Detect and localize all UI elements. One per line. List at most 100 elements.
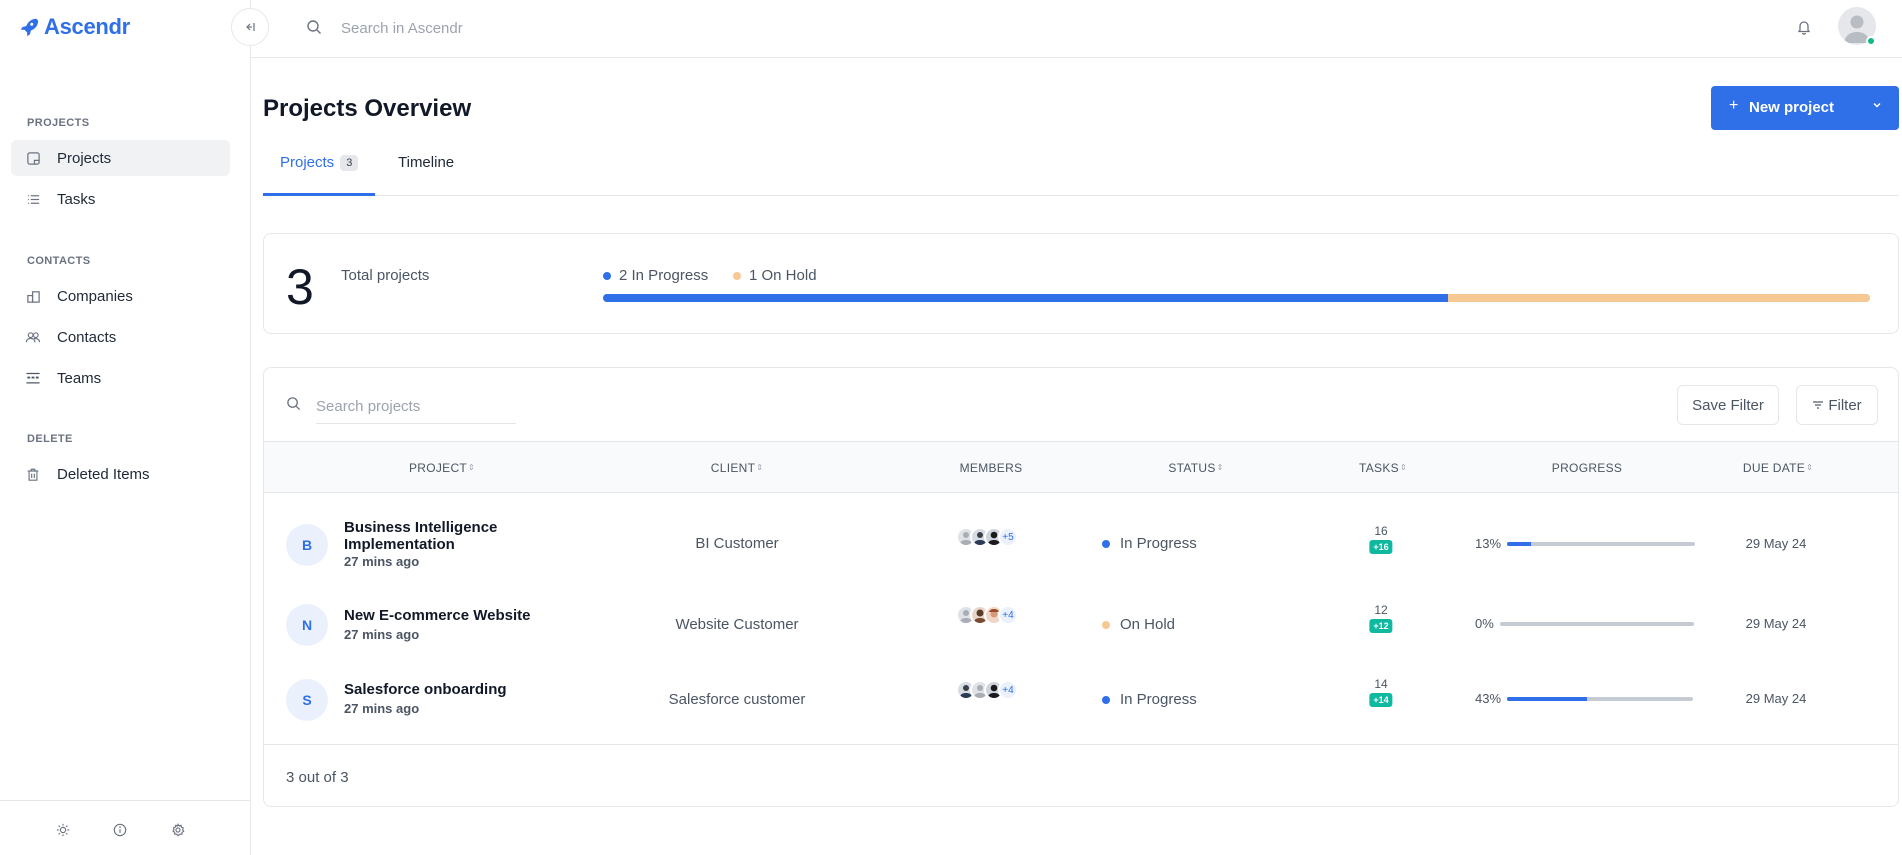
project-progress: 0% [1475,616,1694,631]
project-initial-avatar: S [286,679,328,721]
legend-label: 1 On Hold [749,267,817,284]
project-members[interactable]: +4 [956,680,1018,700]
rocket-icon [20,18,39,37]
project-tasks: 14 +14 [1369,677,1393,707]
sidebar-item-deleted-items[interactable]: Deleted Items [11,456,230,492]
more-members-count: +4 [998,605,1018,625]
sidebar-item-label: Contacts [57,328,117,346]
logo[interactable]: Ascendr [18,14,130,40]
sidebar-item-label: Teams [57,369,102,387]
sidebar-item-projects[interactable]: Projects [11,140,230,176]
collapse-icon [246,23,255,31]
project-client: Website Customer [675,616,799,633]
tab-timeline[interactable]: Timeline [398,154,454,196]
total-projects-label: Total projects [341,267,430,284]
projects-icon [25,150,41,166]
project-name[interactable]: Salesforce onboarding [344,681,584,698]
task-count: 12 [1374,603,1388,617]
task-badge: +16 [1369,540,1393,554]
project-progress: 43% [1475,691,1694,706]
logo-text: Ascendr [44,14,130,39]
project-name[interactable]: Business Intelligence Implementation [344,519,514,553]
chevron-down-icon[interactable] [1871,99,1883,114]
sidebar-item-contacts[interactable]: Contacts [11,319,230,355]
users-icon [25,329,41,345]
online-status-dot [1866,36,1876,46]
sidebar-item-teams[interactable]: Teams [11,360,230,396]
project-members[interactable]: +5 [956,527,1018,547]
sidebar-item-label: Deleted Items [57,465,150,483]
status-dot [1102,620,1110,629]
column-header-tasks[interactable]: TASKS ⇕ [1359,461,1407,475]
bell-icon[interactable] [1796,19,1812,35]
progress-track [1507,541,1696,546]
projects-table-card: Save Filter Filter PROJECT⇕ CLIENT⇕ MEMB… [263,367,1899,807]
bar-segment-on-hold [1447,294,1870,302]
teams-icon [25,370,41,386]
project-updated-time: 27 mins ago [344,701,420,716]
sidebar-footer [0,800,251,855]
progress-label: 43% [1475,691,1502,706]
table-row[interactable]: B Business Intelligence Implementation 2… [264,498,1898,572]
table-header: PROJECT ⇕ CLIENT ⇕ MEMBERS STATUS ⇕ TASKS ⇕ … [264,441,1898,493]
status-distribution-bar [603,294,1870,302]
bar-segment-in-progress [603,294,1448,302]
save-filter-button[interactable]: Save Filter [1677,385,1779,425]
sidebar-item-tasks[interactable]: Tasks [11,181,230,217]
app-root: Ascendr PROJECTS Projects Tasks CONTACTS… [0,0,1902,855]
search-projects-input[interactable] [316,390,516,424]
progress-fill [1507,541,1532,546]
sidebar-item-companies[interactable]: Companies [11,278,230,314]
pagination-summary: 3 out of 3 [286,769,349,786]
trash-icon [25,466,41,482]
progress-label: 13% [1475,536,1502,551]
project-status: In Progress [1102,535,1197,552]
project-client: BI Customer [695,535,779,552]
sidebar-item-label: Tasks [57,190,96,208]
sort-icon: ⇕ [1216,463,1224,472]
filter-button[interactable]: Filter [1796,385,1878,425]
column-header-project[interactable]: PROJECT ⇕ [409,461,475,475]
task-count: 14 [1374,677,1388,691]
sort-icon: ⇕ [468,463,476,472]
building-icon [25,288,41,304]
column-header-status[interactable]: STATUS ⇕ [1168,461,1223,475]
sidebar-item-label: Projects [57,149,112,167]
global-search-input[interactable] [341,14,741,42]
column-header-client[interactable]: CLIENT ⇕ [711,461,764,475]
project-members[interactable]: +4 [956,605,1018,625]
progress-track [1507,696,1694,701]
tab-label: Timeline [398,154,455,171]
sort-icon: ⇕ [756,463,764,472]
column-header-due-date[interactable]: DUE DATE ⇕ [1743,461,1813,475]
column-header-members: MEMBERS [959,461,1023,475]
search-icon [287,397,301,411]
table-row[interactable]: N New E-commerce Website 27 mins ago Web… [264,578,1898,652]
status-label: In Progress [1120,691,1197,708]
collapse-sidebar-button[interactable] [231,8,269,46]
table-row[interactable]: S Salesforce onboarding 27 mins ago Sale… [264,652,1898,726]
project-tasks: 12 +12 [1369,603,1393,633]
tab-projects[interactable]: Projects 3 [263,154,376,196]
legend-dot [733,271,741,280]
project-initial-avatar: N [286,604,328,646]
new-project-button[interactable]: + New project [1711,86,1899,130]
info-icon[interactable] [112,822,128,838]
page-title: Projects Overview [263,95,472,122]
sun-icon[interactable] [55,822,71,838]
projects-summary-card: 3 Total projects 2 In Progress 1 On Hold [263,233,1899,334]
project-name[interactable]: New E-commerce Website [344,607,584,624]
total-projects-count: 3 [286,259,314,315]
project-updated-time: 27 mins ago [344,627,420,642]
gear-icon[interactable] [170,822,186,838]
plus-icon: + [1729,97,1739,114]
status-label: On Hold [1120,616,1176,633]
sort-icon: ⇕ [1399,463,1407,472]
project-progress: 13% [1475,536,1696,551]
legend-in-progress: 2 In Progress [603,267,708,284]
tabs: Projects 3 Timeline [263,140,1899,196]
topbar [251,0,1902,58]
project-initial-avatar: B [286,524,328,566]
progress-track [1499,621,1694,626]
project-due-date: 29 May 24 [1745,536,1807,551]
